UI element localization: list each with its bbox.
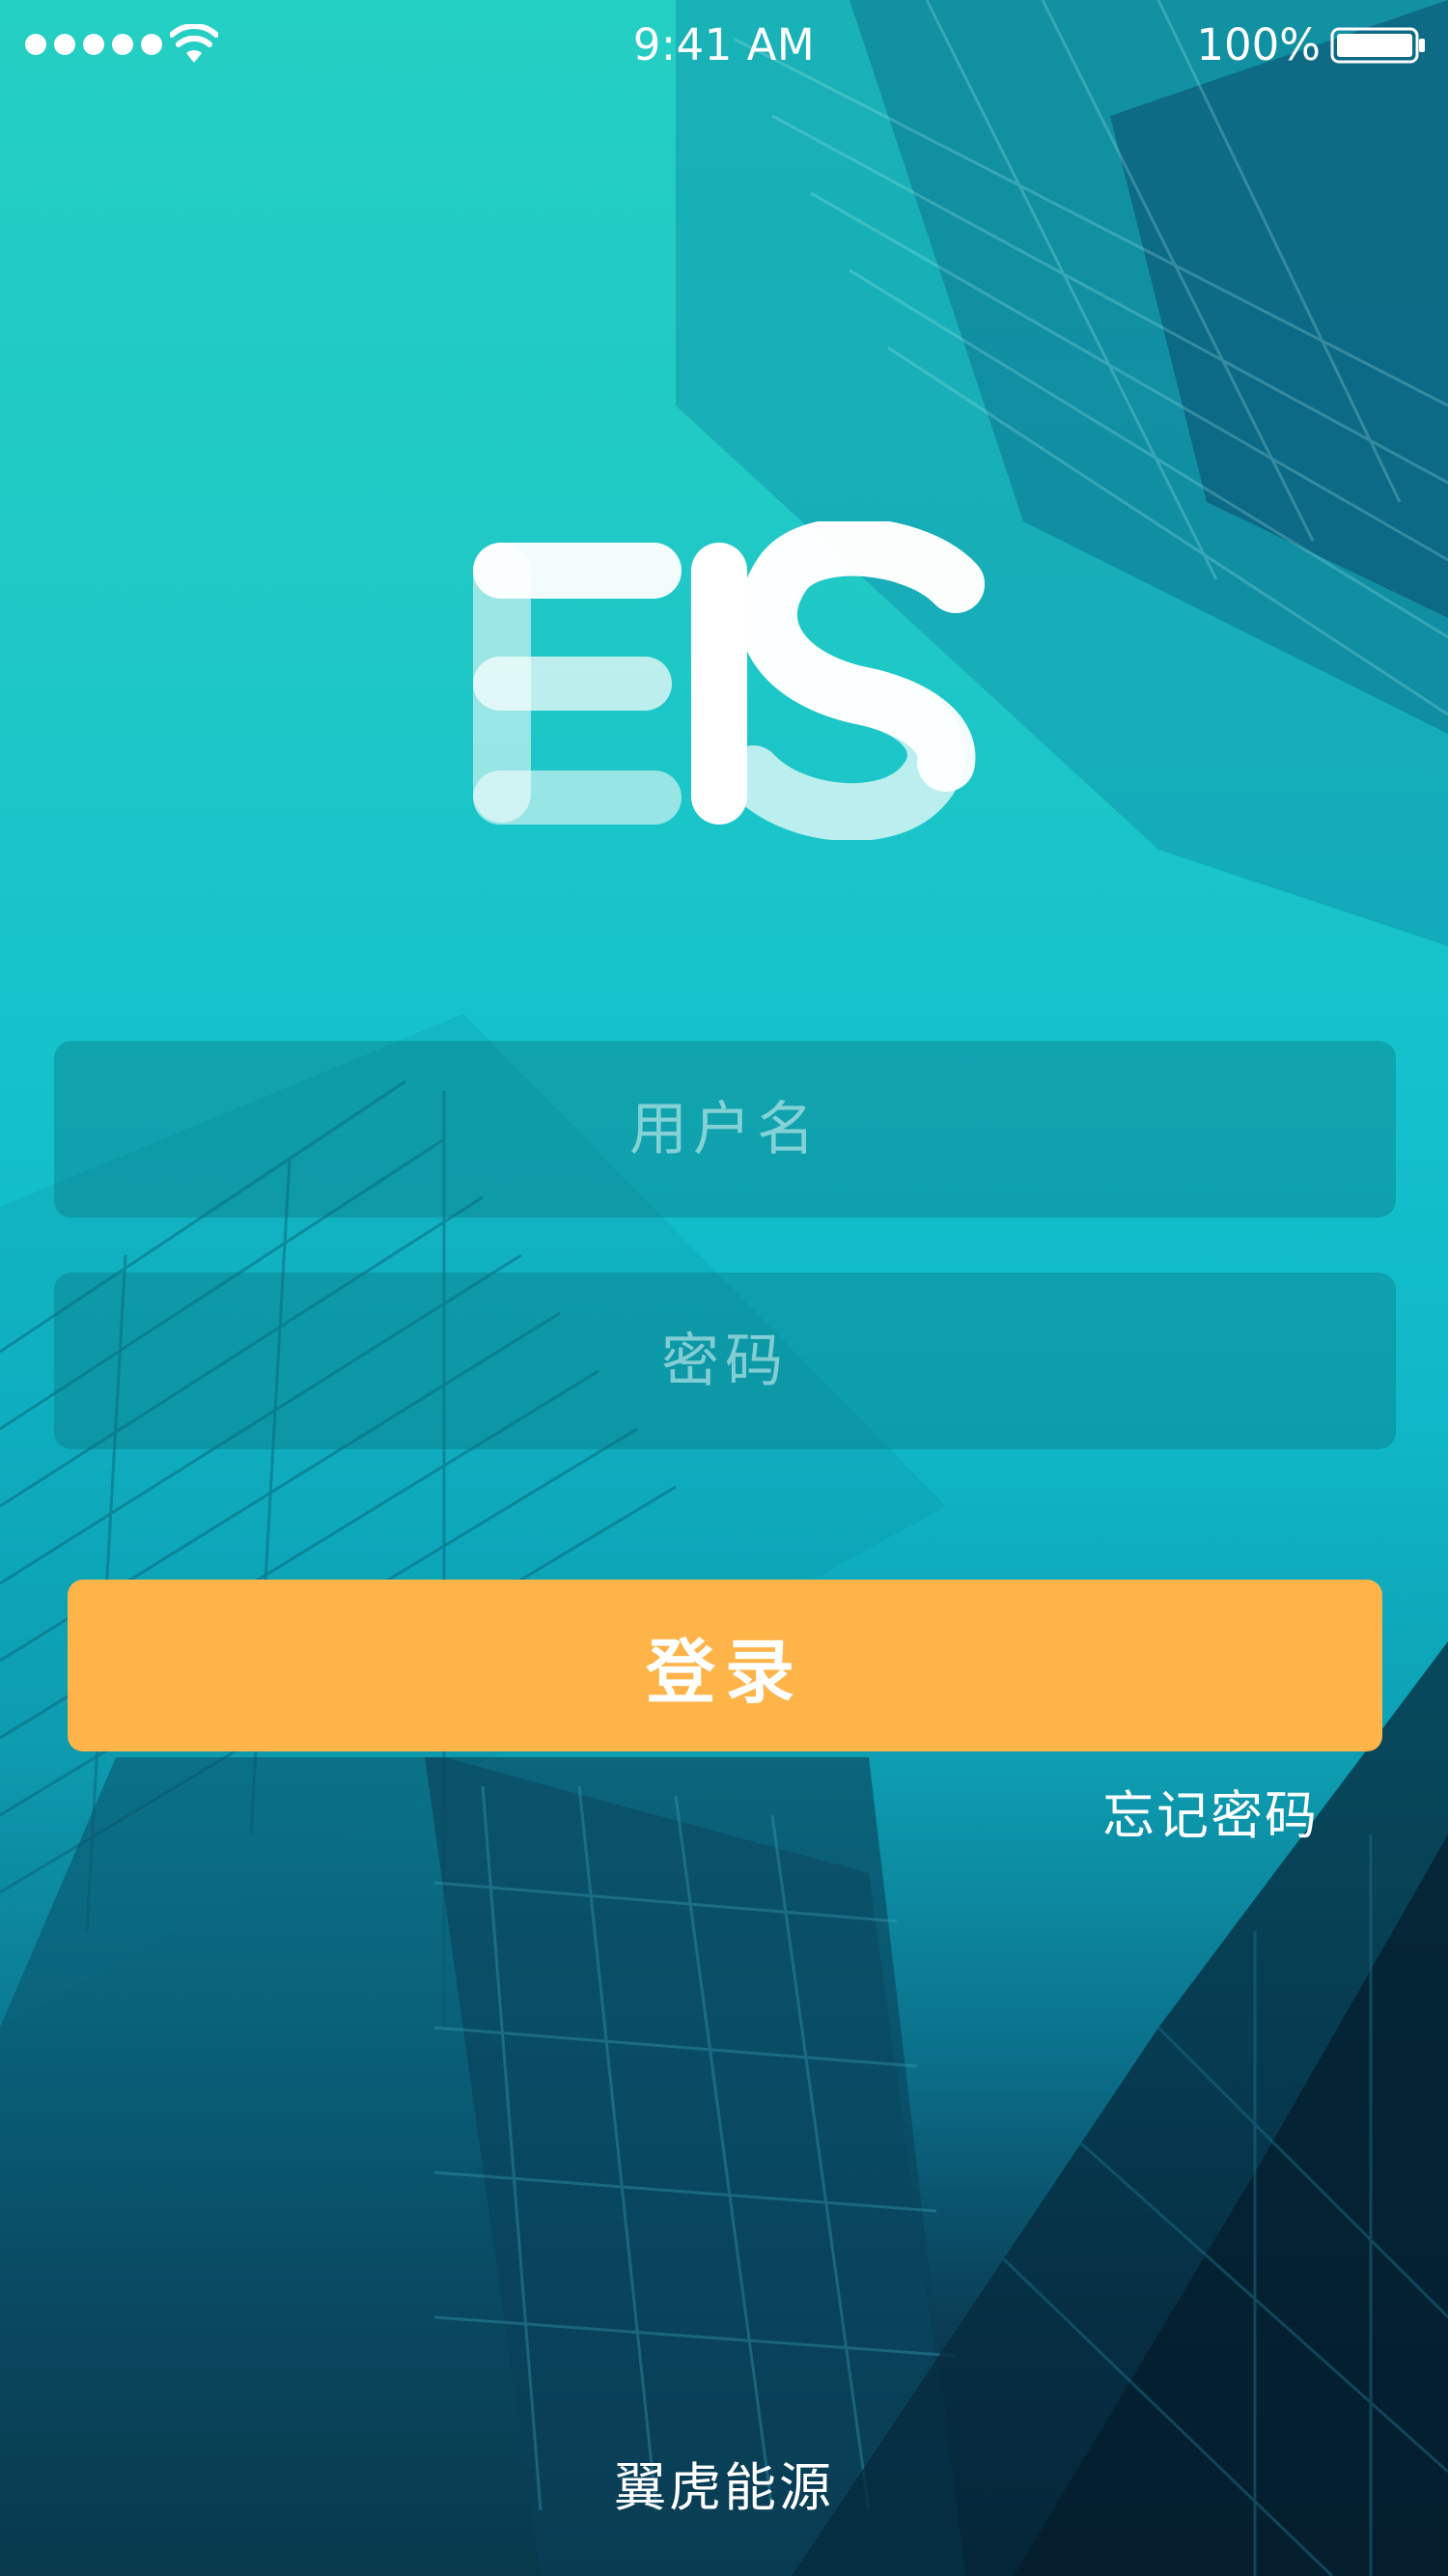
battery-percentage: 100% xyxy=(1196,19,1321,70)
forgot-password-link[interactable]: 忘记密码 xyxy=(1102,1773,1319,1849)
login-button[interactable]: 登录 xyxy=(68,1580,1382,1751)
footer-brand: 翼虎能源 xyxy=(614,2457,834,2518)
status-bar: 9:41 AM 100% xyxy=(0,0,1448,89)
login-screen: 9:41 AM 100% 登录 忘记密码 翼虎能源 xyxy=(0,0,1448,2576)
eis-logo xyxy=(473,521,985,840)
battery-icon xyxy=(1330,27,1425,64)
username-input[interactable] xyxy=(54,1040,1396,1218)
username-field[interactable] xyxy=(54,1040,1396,1218)
password-field[interactable] xyxy=(54,1272,1396,1450)
password-input[interactable] xyxy=(54,1272,1396,1450)
